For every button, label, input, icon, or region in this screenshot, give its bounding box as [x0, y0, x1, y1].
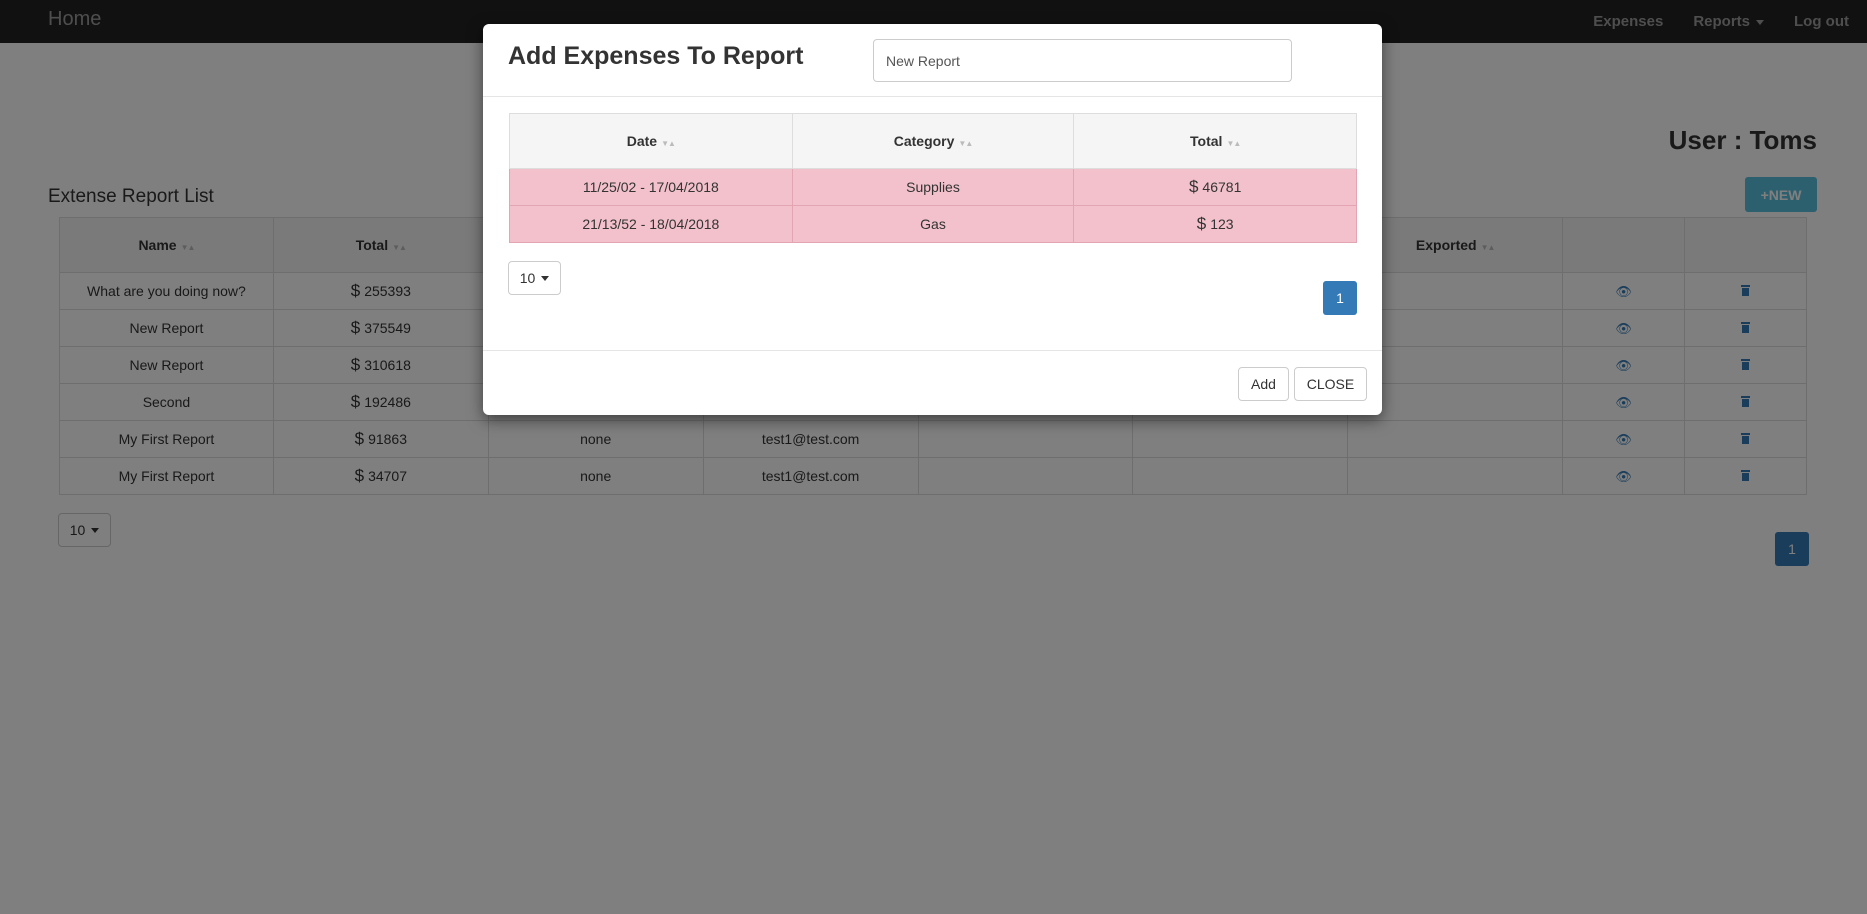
expense-total-value: 123: [1210, 216, 1234, 232]
column-header-label: Date: [626, 133, 658, 149]
table-row[interactable]: 11/25/02 - 17/04/2018 Supplies $46781: [509, 168, 1357, 206]
expense-category: Supplies: [791, 168, 1075, 206]
column-header-total[interactable]: Total▼▲: [1073, 113, 1357, 169]
expense-total: $46781: [1073, 168, 1357, 206]
table-header-row: Date ▼▲ Category ▼▲ Total ▼▲: [509, 113, 1357, 169]
column-header-label: Total: [1190, 133, 1223, 149]
sort-icon: ▼▲: [1226, 139, 1241, 148]
close-button[interactable]: CLOSE: [1294, 367, 1367, 401]
chevron-down-icon: [541, 275, 550, 281]
expense-total-value: 46781: [1202, 179, 1242, 195]
report-name-input[interactable]: [873, 39, 1292, 82]
page-size-dropdown[interactable]: 10: [508, 261, 561, 295]
expense-date: 11/25/02 - 17/04/2018: [509, 168, 793, 206]
pagination-page-1[interactable]: 1: [1323, 281, 1357, 315]
add-button[interactable]: Add: [1238, 367, 1289, 401]
modal-footer: Add CLOSE: [483, 350, 1382, 415]
dollar-icon: $: [1188, 177, 1199, 196]
column-header-date[interactable]: Date ▼▲: [509, 113, 793, 169]
modal-title: Add Expenses To Report: [508, 42, 804, 70]
table-row[interactable]: 21/13/52 - 18/04/2018 Gas $123: [509, 205, 1357, 243]
modal-header: Add Expenses To Report: [483, 24, 1382, 97]
sort-icon: ▼▲: [958, 139, 973, 148]
dollar-icon: $: [1196, 214, 1207, 233]
expense-total: $123: [1073, 205, 1357, 243]
column-header-category[interactable]: Category ▼▲: [791, 113, 1075, 169]
expense-date: 21/13/52 - 18/04/2018: [509, 205, 793, 243]
page-size-value: 10: [519, 270, 536, 286]
expense-category: Gas: [791, 205, 1075, 243]
expenses-table: Date ▼▲ Category ▼▲ Total ▼▲ 11/25/02 - 17/…: [509, 113, 1357, 243]
sort-icon: ▼▲: [661, 139, 676, 148]
add-expenses-modal: Add Expenses To Report Date▼▲ Category▼▲…: [483, 24, 1382, 415]
column-header-label: Category: [893, 133, 955, 149]
